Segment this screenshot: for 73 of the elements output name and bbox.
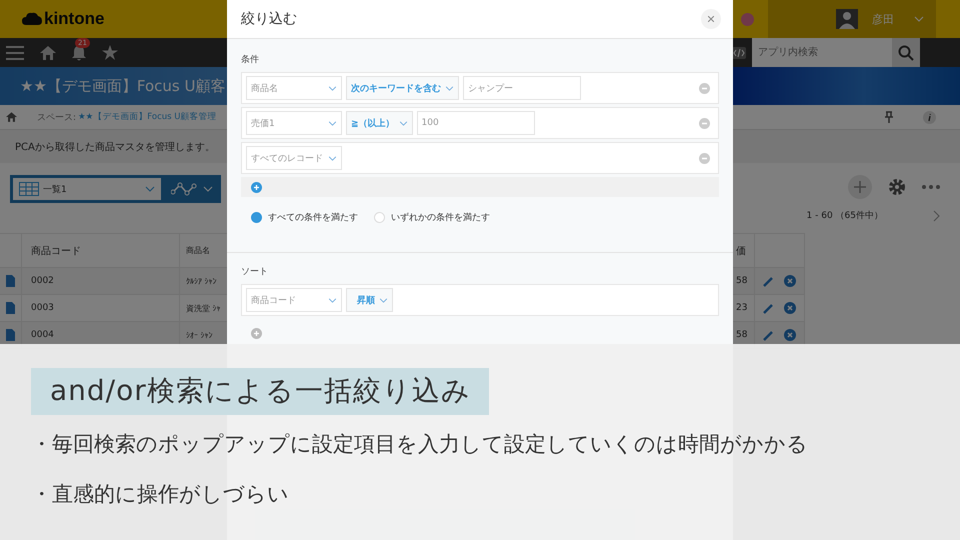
close-icon	[708, 16, 714, 22]
gear-icon[interactable]	[888, 178, 906, 196]
chevron-down-icon	[398, 120, 408, 126]
breadcrumb-label: スペース:	[37, 112, 76, 124]
more-icon[interactable]	[922, 185, 940, 189]
slide-title: and/or検索による一括絞り込み	[31, 368, 489, 415]
field-select[interactable]: 売価1	[246, 111, 342, 135]
chevron-down-icon	[145, 186, 155, 192]
field-select[interactable]: すべてのレコード	[246, 146, 342, 170]
field-select[interactable]: 商品名	[246, 76, 342, 100]
chevron-down-icon	[445, 86, 454, 90]
document-icon[interactable]	[6, 275, 15, 287]
document-icon[interactable]	[6, 329, 15, 341]
search-icon	[898, 44, 914, 60]
sort-order-select[interactable]: 昇順	[346, 288, 393, 312]
app-description: PCAから取得した商品マスタを管理します。	[15, 140, 215, 154]
search-button[interactable]	[892, 38, 920, 67]
code-icon[interactable]	[732, 46, 746, 58]
remove-icon[interactable]	[699, 118, 710, 128]
view-select[interactable]: 一覧1	[13, 178, 161, 200]
remove-icon[interactable]	[699, 152, 710, 164]
chevron-down-icon	[328, 86, 337, 90]
operator-select[interactable]: ≧（以上）	[346, 111, 413, 135]
chevron-down-icon	[328, 120, 337, 126]
chevron-down-icon	[328, 298, 337, 302]
user-name[interactable]: 彦田	[872, 12, 894, 26]
operator-select[interactable]: 次のキーワードを含む	[346, 76, 459, 100]
pin-icon[interactable]	[885, 111, 893, 123]
table-cell: 0003	[22, 295, 180, 321]
radio-dot[interactable]	[251, 212, 262, 223]
pagination-text: 1 - 60 （65件中）	[806, 210, 883, 222]
pencil-icon[interactable]	[763, 302, 774, 314]
bell-icon[interactable]	[72, 44, 86, 60]
match-radio[interactable]: いずれかの条件を満たす	[374, 211, 490, 224]
table-icon	[19, 182, 39, 196]
plus-icon[interactable]	[848, 175, 872, 199]
value-field[interactable]: 100	[416, 111, 535, 135]
delete-icon[interactable]	[784, 329, 796, 341]
app-title: ★★【デモ画面】Focus U顧客	[20, 76, 226, 96]
value-field[interactable]: シャンプー	[463, 76, 581, 100]
delete-icon[interactable]	[784, 302, 796, 314]
pencil-icon[interactable]	[763, 330, 774, 340]
chevron-right-icon[interactable]	[933, 210, 940, 222]
remove-icon[interactable]	[699, 82, 710, 94]
menu-icon[interactable]	[6, 46, 24, 60]
home-icon[interactable]	[6, 112, 17, 122]
sort-field-select[interactable]: 商品コード	[246, 288, 342, 312]
bullet-text: ・毎回検索のポップアップに設定項目を入力して設定していくのは時間がかかる	[31, 431, 809, 458]
dialog-title: 絞り込む	[241, 10, 298, 28]
section-label: ソート	[241, 266, 269, 278]
add-icon[interactable]	[251, 328, 262, 339]
logo-text: kintone	[44, 9, 104, 29]
chevron-down-icon	[379, 298, 388, 302]
document-icon[interactable]	[6, 302, 15, 314]
chevron-down-icon[interactable]	[914, 16, 924, 22]
graph-icon[interactable]	[171, 182, 197, 196]
column-header: 商品コード	[22, 234, 180, 267]
section-label: 条件	[241, 54, 260, 66]
breadcrumb-link[interactable]: ★★【デモ画面】Focus U顧客管理	[78, 111, 216, 123]
cloud-logo-icon	[22, 12, 42, 26]
close-button[interactable]	[701, 9, 721, 29]
avatar-icon[interactable]	[836, 9, 858, 29]
chevron-down-icon[interactable]	[203, 186, 213, 192]
delete-icon[interactable]	[784, 275, 796, 287]
star-icon[interactable]	[102, 45, 118, 60]
info-icon[interactable]	[923, 110, 936, 124]
match-radio[interactable]: すべての条件を満たす	[251, 211, 358, 224]
table-cell: 0002	[22, 268, 180, 294]
bullet-text: ・直感的に操作がしづらい	[31, 481, 290, 508]
chevron-down-icon	[328, 156, 337, 160]
home-icon[interactable]	[40, 46, 56, 60]
pencil-icon[interactable]	[763, 276, 774, 286]
add-icon[interactable]	[251, 182, 262, 192]
